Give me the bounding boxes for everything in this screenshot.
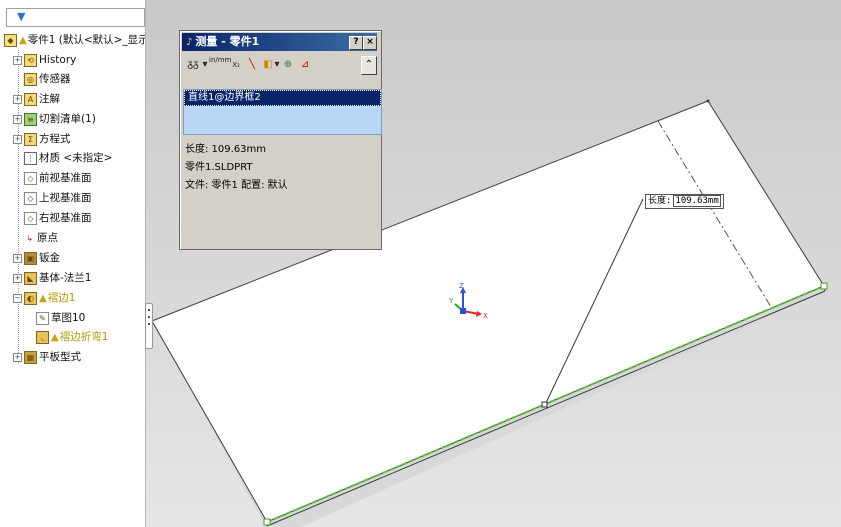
annotation-icon: A — [24, 92, 37, 106]
dimension-value: 109.63mm — [673, 195, 721, 207]
expand-icon[interactable]: + — [13, 253, 22, 263]
tree-filter-bar[interactable]: ▼ — [6, 8, 145, 27]
funnel-icon[interactable]: ▼ — [17, 10, 25, 23]
expand-icon[interactable]: + — [13, 55, 22, 65]
tree-item-equations[interactable]: + Σ 方程式 — [13, 131, 71, 148]
triad-z-label: Z — [459, 282, 464, 290]
measure-toolbar: ᵹᵹ ▾ in/mm X₂ ╲ ◧ ▾ ⊕ ⊿ — [183, 55, 378, 77]
tree-item-hem[interactable]: − ◐ ▲褶边1 — [13, 290, 75, 307]
warning-icon: ▲ — [51, 332, 59, 343]
length-result: 长度: 109.63mm — [185, 144, 267, 155]
warning-icon: ▲ — [39, 293, 47, 304]
plane-icon: ◇ — [24, 191, 37, 205]
sheetmetal-icon: ▣ — [24, 251, 37, 265]
corner-marker[interactable] — [263, 518, 271, 526]
measure-dialog[interactable]: ♪ 测量 - 零件1 ? × ᵹᵹ ▾ in/mm X₂ ╲ ◧ ▾ ⊕ ⊿ ⌃ … — [179, 30, 382, 250]
tree-item-front-plane[interactable]: ◇ 前视基准面 — [24, 170, 92, 187]
tree-item-annotations[interactable]: + A 注解 — [13, 91, 60, 108]
tree-item-sensors[interactable]: ◎ 传感器 — [24, 71, 71, 88]
material-icon: ⋮ — [24, 151, 37, 165]
triad-y-label: Y — [448, 297, 454, 305]
origin-icon: ↳ — [24, 232, 35, 244]
expand-icon[interactable]: + — [13, 273, 22, 283]
dimension-callout[interactable]: 长度: 109.63mm — [645, 194, 724, 209]
sensor-icon: ◎ — [24, 72, 37, 86]
tree-item-origin[interactable]: ↳ 原点 — [24, 230, 58, 247]
coordinate-system-icon[interactable]: ⊕ — [281, 56, 295, 74]
selection-list[interactable]: 直线1@边界框2 — [183, 89, 382, 135]
units-precision-button[interactable]: in/mm — [209, 56, 231, 74]
panel-splitter-handle[interactable] — [145, 303, 153, 349]
bend-icon: ◟ — [36, 330, 49, 344]
tree-item-sheetmetal[interactable]: + ▣ 钣金 — [13, 250, 60, 267]
measure-title-bar[interactable]: ♪ 测量 - 零件1 ? × — [182, 33, 377, 51]
baseflange-icon: ◣ — [24, 271, 37, 285]
feature-manager-tree[interactable]: ▼ ◆▲零件1 (默认<默认>_显示状 +⟲History ◎传感器 +A注解 … — [0, 0, 146, 527]
tree-item-base-flange[interactable]: + ◣ 基体-法兰1 — [13, 270, 91, 287]
warning-icon: ▲ — [19, 35, 27, 46]
tree-item-sketch[interactable]: ✎ 草图10 — [36, 310, 85, 327]
measure-results: 长度: 109.63mm 零件1.SLDPRT 文件: 零件1 配置: 默认 — [185, 141, 288, 195]
hem-icon: ◐ — [24, 291, 37, 305]
tree-item-top-plane[interactable]: ◇ 上视基准面 — [24, 190, 92, 207]
tree-item-part[interactable]: ◆▲零件1 (默认<默认>_显示状 — [4, 32, 145, 49]
collapse-button[interactable]: ⌃ — [361, 56, 377, 75]
tree-item-material[interactable]: ⋮ 材质 <未指定> — [24, 150, 112, 167]
arc-circle-measure-icon[interactable]: ᵹᵹ — [183, 56, 203, 74]
help-button[interactable]: ? — [349, 36, 363, 50]
selection-item[interactable]: 直线1@边界框2 — [184, 90, 381, 106]
dropdown-arrow-icon[interactable]: ▾ — [201, 56, 209, 74]
plane-icon: ◇ — [24, 211, 37, 225]
triad-x-label: X — [483, 312, 488, 320]
corner-marker[interactable] — [820, 282, 828, 290]
part-icon: ◆ — [4, 33, 17, 47]
expand-icon[interactable]: + — [13, 114, 22, 124]
dropdown-arrow-icon[interactable]: ▾ — [273, 56, 281, 74]
tree-item-history[interactable]: + ⟲ History — [13, 52, 76, 69]
measure-app-icon: ♪ — [186, 37, 193, 48]
point-to-point-icon[interactable]: ╲ — [245, 56, 259, 74]
cutlist-icon: ≡ — [24, 112, 37, 126]
vertex-point — [706, 99, 710, 103]
part-result: 零件1.SLDPRT — [185, 162, 253, 173]
flatpattern-icon: ▦ — [24, 350, 37, 364]
dimension-label: 长度: — [648, 196, 672, 206]
equation-icon: Σ — [24, 132, 37, 146]
collapse-icon[interactable]: − — [13, 293, 22, 303]
tree-item-right-plane[interactable]: ◇ 右视基准面 — [24, 210, 92, 227]
history-icon: ⟲ — [24, 53, 37, 67]
tree-item-flat-pattern[interactable]: + ▦ 平板型式 — [13, 349, 81, 366]
expand-icon[interactable]: + — [13, 352, 22, 362]
expand-icon[interactable]: + — [13, 94, 22, 104]
tree-item-cutlist[interactable]: + ≡ 切割清单(1) — [13, 111, 96, 128]
line-endpoint-marker[interactable] — [541, 401, 548, 408]
plane-icon: ◇ — [24, 171, 37, 185]
sketch-icon: ✎ — [36, 311, 49, 325]
tree-item-hem-bend[interactable]: ◟ ▲褶边折弯1 — [36, 329, 108, 346]
file-result: 文件: 零件1 配置: 默认 — [185, 180, 288, 191]
xyz-measure-icon[interactable]: X₂ — [229, 56, 243, 74]
expand-icon[interactable]: + — [13, 134, 22, 144]
close-button[interactable]: × — [363, 36, 377, 50]
create-sensor-icon[interactable]: ⊿ — [298, 56, 312, 74]
measure-title: 测量 - 零件1 — [195, 35, 260, 48]
